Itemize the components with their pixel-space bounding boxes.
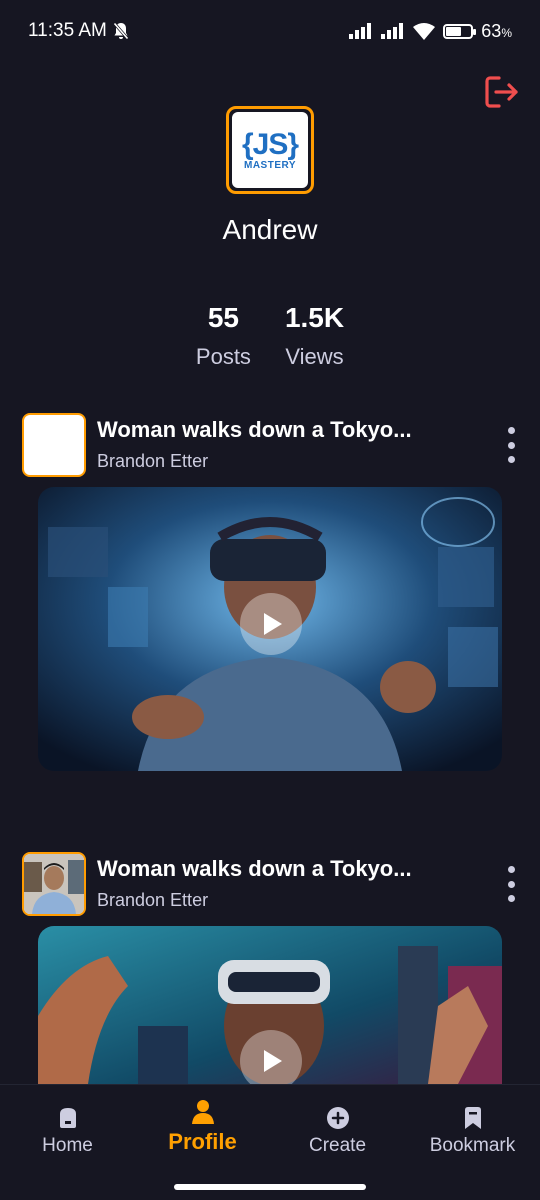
bottom-tab-bar: Home Profile Create Bookmark xyxy=(0,1084,540,1200)
creator-avatar[interactable] xyxy=(22,852,86,916)
status-bar: 11:35 AM 63% xyxy=(0,0,540,62)
play-icon xyxy=(264,613,282,635)
tab-create[interactable]: Create xyxy=(270,1105,405,1157)
video-title: Woman walks down a Tokyo... xyxy=(97,856,412,881)
play-icon xyxy=(264,1050,282,1072)
stat-posts-label: Posts xyxy=(195,344,251,369)
tab-bookmark[interactable]: Bookmark xyxy=(405,1105,540,1157)
creator-avatar[interactable] xyxy=(22,413,86,477)
more-options-icon[interactable] xyxy=(506,866,516,902)
profile-username: Andrew xyxy=(222,214,318,245)
home-indicator[interactable] xyxy=(174,1184,366,1190)
stat-views-label: Views xyxy=(285,344,344,369)
bookmark-icon xyxy=(464,1107,481,1129)
js-mastery-logo: {JS} MASTERY xyxy=(232,112,308,188)
plus-circle-icon xyxy=(326,1107,349,1129)
tab-bookmark-label: Bookmark xyxy=(429,1135,516,1156)
video-title: Woman walks down a Tokyo... xyxy=(97,417,412,442)
home-icon xyxy=(59,1108,76,1128)
status-time: 11:35 AM xyxy=(28,20,107,41)
battery-percent: 63% xyxy=(481,20,512,41)
tab-create-label: Create xyxy=(308,1135,367,1156)
profile-icon xyxy=(191,1100,214,1124)
signal-icon xyxy=(349,23,372,39)
profile-avatar[interactable]: {JS} MASTERY xyxy=(226,106,314,194)
battery-fill xyxy=(446,26,462,36)
logout-icon xyxy=(485,76,518,108)
logout-button[interactable] xyxy=(482,72,522,112)
wifi-icon xyxy=(413,22,436,40)
play-button[interactable] xyxy=(240,1030,302,1084)
video-card: Woman walks down a Tokyo... Brandon Ette… xyxy=(0,852,540,1084)
stat-views-value: 1.5K xyxy=(284,302,345,333)
video-card: Woman walks down a Tokyo... Brandon Ette… xyxy=(0,413,540,771)
video-author: Brandon Etter xyxy=(97,890,209,910)
tab-home-label: Home xyxy=(42,1135,93,1156)
battery-icon xyxy=(443,23,477,39)
creator-photo xyxy=(24,854,84,914)
tab-profile-label: Profile xyxy=(168,1129,237,1154)
tab-home[interactable]: Home xyxy=(0,1105,135,1157)
stat-posts-value: 55 xyxy=(207,302,239,333)
more-options-icon[interactable] xyxy=(506,427,516,463)
signal-icon-2 xyxy=(381,23,404,39)
video-author: Brandon Etter xyxy=(97,451,209,471)
stat-views: 1.5K Views xyxy=(285,302,344,370)
tab-profile[interactable]: Profile xyxy=(135,1099,270,1155)
profile-stats: 55 Posts 1.5K Views xyxy=(0,302,540,370)
stat-posts: 55 Posts xyxy=(196,302,251,370)
bell-muted-icon xyxy=(112,22,129,40)
video-thumbnail[interactable] xyxy=(38,926,502,1084)
video-thumbnail[interactable] xyxy=(38,487,502,771)
play-button[interactable] xyxy=(240,593,302,655)
